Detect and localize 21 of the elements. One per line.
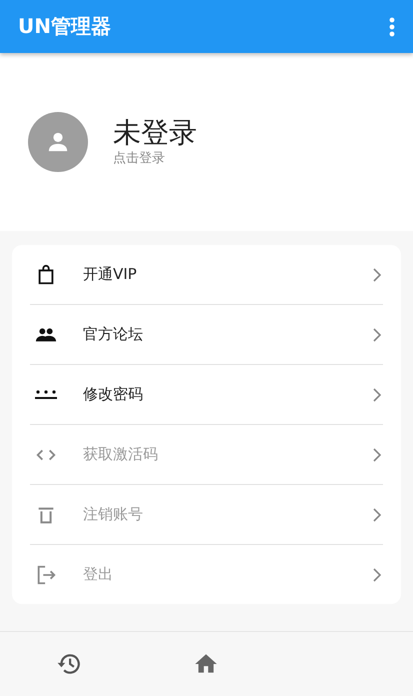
password-icon	[35, 390, 57, 399]
chevron-right-icon	[371, 566, 383, 582]
chevron-right-icon	[371, 326, 383, 342]
menu-label: 开通VIP	[83, 265, 138, 284]
chevron-right-icon	[371, 506, 383, 522]
menu-label: 官方论坛	[83, 325, 144, 344]
chevron-right-icon	[371, 386, 383, 402]
logout-icon	[35, 564, 57, 586]
login-status: 未登录	[113, 117, 197, 149]
menu-label: 修改密码	[83, 385, 144, 404]
chevron-right-icon	[371, 446, 383, 462]
more-options-icon[interactable]	[389, 16, 395, 36]
menu-label: 获取激活码	[83, 445, 159, 464]
menu-item[interactable]: 官方论坛	[30, 305, 383, 365]
login-link[interactable]: 点击登录	[113, 149, 165, 167]
menu-item[interactable]: 开通VIP	[30, 245, 383, 305]
menu-label: 注销账号	[83, 505, 144, 524]
app-title: UN管理器	[18, 13, 111, 40]
menu-item[interactable]: 修改密码	[30, 365, 383, 425]
chevron-right-icon	[371, 266, 383, 282]
menu-label: 登出	[83, 565, 114, 584]
